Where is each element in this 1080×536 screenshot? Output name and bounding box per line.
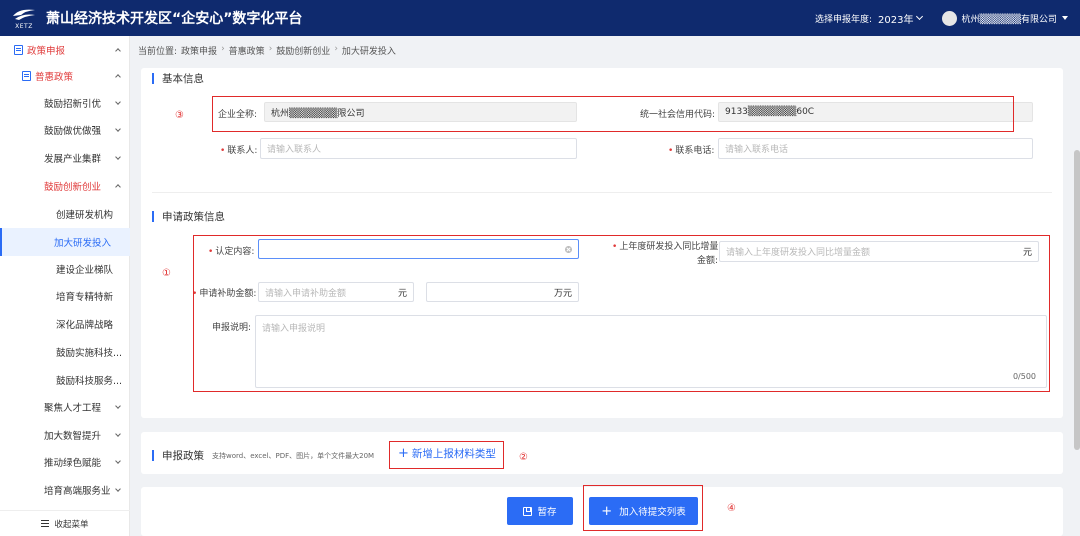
collapse-menu-label: 收起菜单 xyxy=(54,519,89,530)
user-name[interactable]: 杭州▒▒▒▒▒▒有限公司 xyxy=(961,12,1057,25)
sidebar-item-enterprise-tier[interactable]: 建设企业梯队 xyxy=(0,255,130,283)
sidebar-item-inclusive-policy[interactable]: 普惠政策 xyxy=(0,62,130,90)
sidebar-item-label: 建设企业梯队 xyxy=(56,265,114,276)
sidebar-item-excel[interactable]: 鼓励做优做强 xyxy=(0,116,130,144)
sidebar-item-rd-institution[interactable]: 创建研发机构 xyxy=(0,200,130,228)
breadcrumb-item[interactable]: 政策申报 xyxy=(181,44,217,57)
sidebar-item-label: 发展产业集群 xyxy=(44,154,102,165)
chevron-down-icon xyxy=(115,458,121,464)
breadcrumb-prefix: 当前位置: xyxy=(138,47,178,57)
app-title: 萧山经济技术开发区“企安心”数字化平台 xyxy=(46,11,303,27)
sidebar-item-green[interactable]: 推动绿色赋能 xyxy=(0,448,130,476)
sidebar-item-rd-investment[interactable]: 加大研发投入 xyxy=(0,228,130,256)
annotation-label-1: ① xyxy=(162,268,171,279)
logo-text: XETZ xyxy=(15,23,33,30)
sidebar-item-label: 加大研发投入 xyxy=(54,238,112,249)
sidebar-item-service-industry[interactable]: 培育高端服务业 xyxy=(0,476,130,504)
chevron-down-icon xyxy=(115,126,121,132)
sidebar-item-innovation[interactable]: 鼓励创新创业 xyxy=(0,172,130,200)
page-scrollbar[interactable] xyxy=(1074,150,1080,450)
sidebar-item-label: 聚焦人才工程 xyxy=(44,403,102,414)
annotation-box-4 xyxy=(583,485,703,531)
year-label: 选择申报年度: xyxy=(814,14,873,25)
document-icon xyxy=(14,45,23,55)
logo: XETZ xyxy=(4,0,44,36)
sidebar-item-tech-service[interactable]: 鼓励科技服务... xyxy=(0,366,130,394)
chevron-up-icon xyxy=(115,184,121,190)
annotation-box-3 xyxy=(212,96,1014,132)
sidebar-item-talent[interactable]: 聚焦人才工程 xyxy=(0,393,130,421)
caret-down-icon[interactable] xyxy=(1062,16,1068,20)
breadcrumb: 当前位置: 政策申报 › 普惠政策 › 鼓励创新创业 › 加大研发投入 xyxy=(138,44,396,57)
breadcrumb-item: 加大研发投入 xyxy=(341,47,396,57)
chevron-up-icon xyxy=(115,48,121,54)
contact-label: • 联系人: xyxy=(220,146,258,156)
menu-icon xyxy=(41,520,50,527)
sidebar-item-label: 创建研发机构 xyxy=(56,210,114,221)
sidebar: 政策申报 普惠政策 鼓励招新引优 鼓励做优做强 发展产业集群 鼓励创新创业 创建… xyxy=(0,36,130,536)
annotation-label-2: ② xyxy=(519,452,528,463)
basic-info-title: 基本信息 xyxy=(152,71,204,86)
sidebar-item-specialized[interactable]: 培育专精特新 xyxy=(0,282,130,310)
sidebar-item-label: 培育高端服务业 xyxy=(44,486,111,497)
sidebar-item-label: 加大数智提升 xyxy=(44,431,102,442)
chevron-up-icon xyxy=(115,74,121,80)
breadcrumb-item[interactable]: 普惠政策 xyxy=(229,44,265,57)
chevron-down-icon xyxy=(115,99,121,105)
chevron-down-icon xyxy=(115,154,121,160)
chevron-down-icon xyxy=(115,431,121,437)
sidebar-item-label: 鼓励招新引优 xyxy=(44,99,102,110)
sidebar-item-attract[interactable]: 鼓励招新引优 xyxy=(0,89,130,117)
upload-hint: 支持word、excel、PDF、图片，单个文件最大20M xyxy=(212,451,375,460)
logo-icon xyxy=(13,9,35,20)
phone-input[interactable]: 请输入联系电话 xyxy=(718,138,1033,159)
avatar[interactable] xyxy=(942,10,958,26)
breadcrumb-item[interactable]: 鼓励创新创业 xyxy=(276,44,330,57)
chevron-down-icon xyxy=(115,403,121,409)
sidebar-item-cluster[interactable]: 发展产业集群 xyxy=(0,144,130,172)
sidebar-item-label: 政策申报 xyxy=(27,46,66,57)
sidebar-item-label: 鼓励实施科技... xyxy=(56,348,123,359)
sidebar-item-label: 鼓励创新创业 xyxy=(44,182,102,193)
sidebar-item-digital[interactable]: 加大数智提升 xyxy=(0,421,130,449)
annotation-label-3: ③ xyxy=(175,110,184,121)
sidebar-item-policy-apply[interactable]: 政策申报 xyxy=(0,36,130,64)
sidebar-item-label: 深化品牌战略 xyxy=(56,320,114,331)
apply-info-title: 申请政策信息 xyxy=(152,209,225,224)
sidebar-item-label: 鼓励做优做强 xyxy=(44,126,102,137)
year-value: 2023年 xyxy=(878,14,914,26)
collapse-menu-button[interactable]: 收起菜单 xyxy=(0,510,130,536)
sidebar-item-label: 普惠政策 xyxy=(35,72,74,83)
annotation-box-1 xyxy=(193,235,1050,392)
chevron-down-icon xyxy=(916,12,924,21)
document-icon xyxy=(22,71,31,81)
save-draft-button[interactable]: 暂存 xyxy=(507,497,573,525)
top-header: XETZ 萧山经济技术开发区“企安心”数字化平台 选择申报年度: 2023年 杭… xyxy=(0,0,1080,36)
save-icon xyxy=(523,506,533,516)
sidebar-item-brand[interactable]: 深化品牌战略 xyxy=(0,310,130,338)
contact-input[interactable]: 请输入联系人 xyxy=(260,138,577,159)
sidebar-item-label: 培育专精特新 xyxy=(56,292,114,303)
chevron-down-icon xyxy=(115,486,121,492)
sidebar-item-label: 推动绿色赋能 xyxy=(44,458,102,469)
annotation-box-2 xyxy=(389,441,504,469)
annotation-label-4: ④ xyxy=(727,503,736,514)
phone-label: • 联系电话: xyxy=(668,146,715,156)
materials-title: 申报政策 支持word、excel、PDF、图片，单个文件最大20M xyxy=(152,448,374,463)
section-divider xyxy=(152,192,1052,193)
sidebar-item-tech-implement[interactable]: 鼓励实施科技... xyxy=(0,338,130,366)
year-select[interactable]: 2023年 xyxy=(878,11,924,26)
sidebar-item-label: 鼓励科技服务... xyxy=(56,376,123,387)
